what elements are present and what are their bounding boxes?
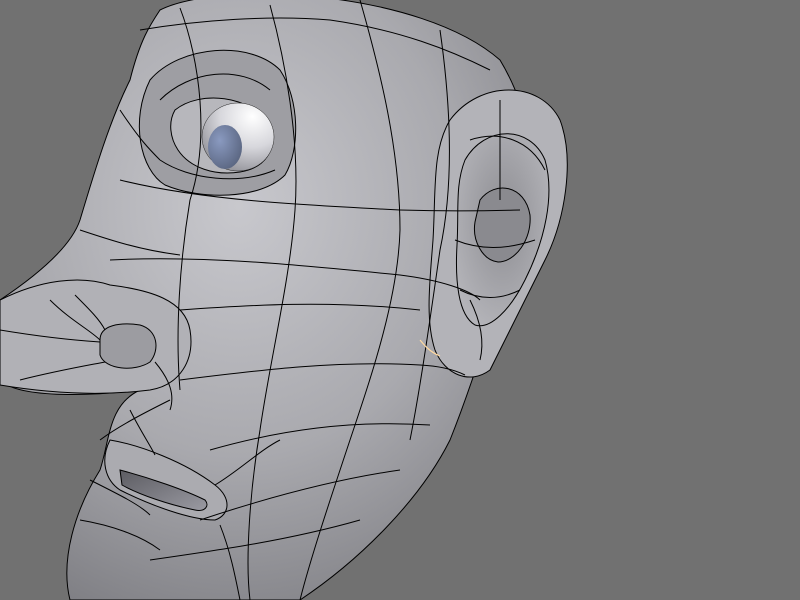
viewport-canvas xyxy=(0,0,800,600)
nostril-mesh xyxy=(99,323,157,369)
iris xyxy=(208,125,242,169)
3d-viewport[interactable] xyxy=(0,0,800,600)
